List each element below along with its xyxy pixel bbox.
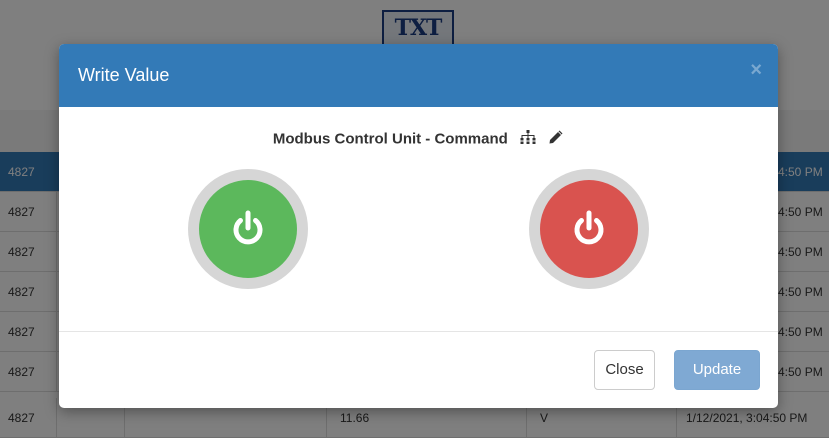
pencil-icon[interactable] — [548, 129, 564, 149]
unit-label-row: Modbus Control Unit - Command — [59, 129, 778, 149]
update-button[interactable]: Update — [674, 350, 760, 390]
power-off-face — [540, 180, 638, 278]
power-on-icon — [233, 210, 263, 245]
power-on-face — [199, 180, 297, 278]
write-value-dialog: Write Value × Modbus Control Unit - Comm… — [59, 44, 778, 408]
power-on-button[interactable] — [188, 169, 308, 289]
dialog-footer: Close Update — [59, 331, 778, 408]
power-off-button[interactable] — [529, 169, 649, 289]
power-off-icon — [574, 210, 604, 245]
unit-label: Modbus Control Unit - Command — [272, 130, 508, 148]
dialog-title: Write Value — [78, 65, 170, 85]
close-icon[interactable]: × — [750, 60, 762, 80]
dialog-header: Write Value × — [59, 44, 778, 107]
close-button[interactable]: Close — [594, 350, 655, 390]
hierarchy-icon[interactable] — [520, 130, 536, 148]
